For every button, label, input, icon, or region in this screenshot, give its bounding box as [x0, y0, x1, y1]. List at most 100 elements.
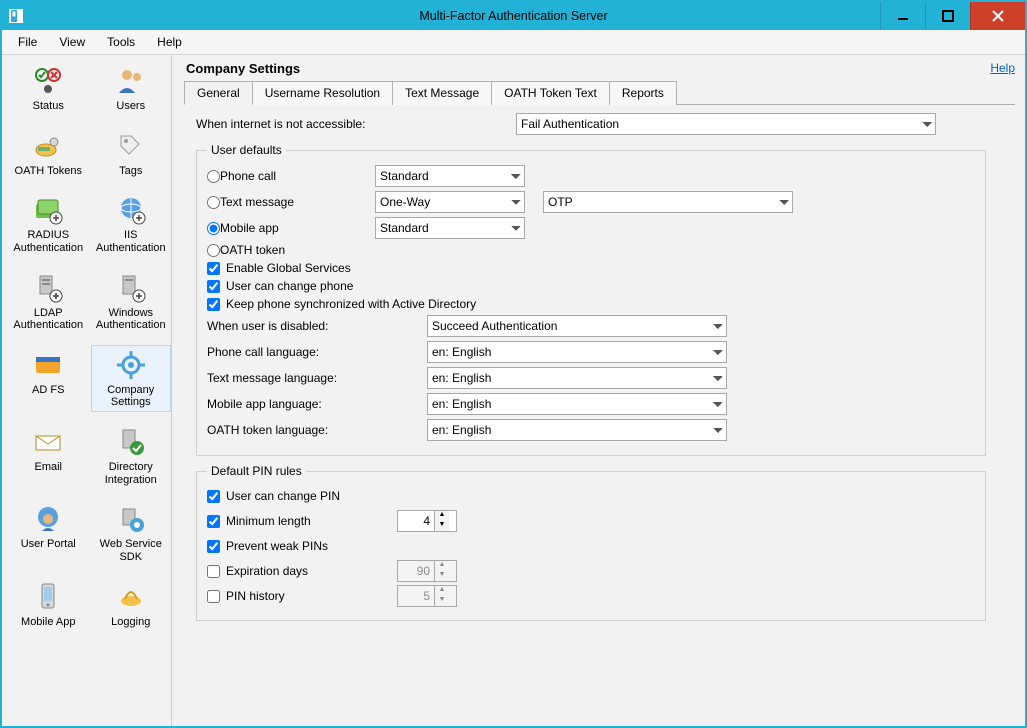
tab-oath-token-text[interactable]: OATH Token Text — [491, 81, 610, 105]
nav-item-tags[interactable]: Tags — [91, 126, 172, 181]
mobile-app-mode-select[interactable]: Standard — [375, 217, 525, 239]
text-lang-select[interactable]: en: English — [427, 367, 727, 389]
menu-tools[interactable]: Tools — [97, 33, 145, 51]
tab-reports[interactable]: Reports — [609, 81, 677, 105]
phone-call-radio[interactable]: Phone call — [207, 169, 367, 183]
spinner-up-icon: ▲ — [435, 561, 449, 571]
disabled-select[interactable]: Succeed Authentication — [427, 315, 727, 337]
nav-item-iis[interactable]: IIS Authentication — [91, 190, 172, 257]
nav-item-label: RADIUS Authentication — [11, 229, 86, 254]
help-link[interactable]: Help — [990, 61, 1015, 75]
client-area: Status Users OATH Tokens Tags RADIUS Authent… — [2, 55, 1025, 726]
nav-item-dir[interactable]: Directory Integration — [91, 422, 172, 489]
spinner-down-icon: ▼ — [435, 571, 449, 581]
menu-help[interactable]: Help — [147, 33, 192, 51]
change-phone-checkbox[interactable] — [207, 280, 220, 293]
tab-general[interactable]: General — [184, 81, 253, 105]
menu-view[interactable]: View — [49, 33, 95, 51]
nav-item-label: Windows Authentication — [94, 307, 169, 332]
change-phone-label: User can change phone — [226, 279, 353, 293]
main-panel: Help Company Settings General Username R… — [172, 55, 1025, 726]
internet-select[interactable]: Fail Authentication — [516, 113, 936, 135]
nav-item-log[interactable]: Logging — [91, 577, 172, 632]
mobile-lang-label: Mobile app language: — [207, 397, 427, 411]
user-defaults-fieldset: User defaults Phone call Standard Text m… — [196, 143, 986, 456]
maximize-button[interactable] — [925, 2, 970, 30]
nav-item-radius[interactable]: RADIUS Authentication — [8, 190, 89, 257]
nav-item-sdk[interactable]: Web Service SDK — [91, 499, 172, 566]
phone-call-mode-select[interactable]: Standard — [375, 165, 525, 187]
enable-global-label: Enable Global Services — [226, 261, 351, 275]
nav-item-label: OATH Tokens — [15, 165, 82, 178]
window-title: Multi-Factor Authentication Server — [2, 9, 1025, 23]
mobile-app-label: Mobile app — [220, 221, 279, 235]
min-length-label: Minimum length — [226, 514, 311, 528]
nav-item-label: Company Settings — [94, 384, 169, 409]
text-message-type-select[interactable]: OTP — [543, 191, 793, 213]
menubar: File View Tools Help — [2, 30, 1025, 55]
change-pin-checkbox[interactable] — [207, 490, 220, 503]
windows-icon — [114, 271, 148, 305]
nav-item-windows[interactable]: Windows Authentication — [91, 268, 172, 335]
nav-item-ldap[interactable]: LDAP Authentication — [8, 268, 89, 335]
nav-item-email[interactable]: Email — [8, 422, 89, 489]
portal-icon — [31, 502, 65, 536]
mobile-lang-select[interactable]: en: English — [427, 393, 727, 415]
text-message-radio[interactable]: Text message — [207, 195, 367, 209]
enable-global-checkbox[interactable] — [207, 262, 220, 275]
pin-history-checkbox[interactable] — [207, 590, 220, 603]
min-length-checkbox[interactable] — [207, 515, 220, 528]
tab-username-resolution[interactable]: Username Resolution — [252, 81, 393, 105]
menu-file[interactable]: File — [8, 33, 47, 51]
log-icon — [114, 580, 148, 614]
text-message-label: Text message — [220, 195, 294, 209]
tags-icon — [114, 129, 148, 163]
general-form: When internet is not accessible: Fail Au… — [184, 113, 990, 633]
disabled-label: When user is disabled: — [207, 319, 427, 333]
expiration-label: Expiration days — [226, 564, 308, 578]
iis-icon — [114, 193, 148, 227]
sync-ad-label: Keep phone synchronized with Active Dire… — [226, 297, 476, 311]
nav-item-label: Status — [33, 100, 64, 113]
spinner-down-icon[interactable]: ▼ — [435, 521, 449, 531]
spinner-down-icon: ▼ — [435, 596, 449, 606]
nav-item-portal[interactable]: User Portal — [8, 499, 89, 566]
user-defaults-legend: User defaults — [207, 143, 286, 157]
nav-item-label: User Portal — [21, 538, 76, 551]
weak-pin-checkbox[interactable] — [207, 540, 220, 553]
titlebar: Multi-Factor Authentication Server — [2, 2, 1025, 30]
text-message-mode-select[interactable]: One-Way — [375, 191, 525, 213]
tab-text-message[interactable]: Text Message — [392, 81, 492, 105]
sdk-icon — [114, 502, 148, 536]
tab-strip: General Username Resolution Text Message… — [184, 80, 1015, 105]
phone-lang-select[interactable]: en: English — [427, 341, 727, 363]
ldap-icon — [31, 271, 65, 305]
weak-pin-label: Prevent weak PINs — [226, 539, 328, 553]
minimize-button[interactable] — [880, 2, 925, 30]
nav-item-settings[interactable]: Company Settings — [91, 345, 172, 412]
sync-ad-checkbox[interactable] — [207, 298, 220, 311]
mobile-app-radio[interactable]: Mobile app — [207, 221, 367, 235]
nav-item-status[interactable]: Status — [8, 61, 89, 116]
oath-lang-select[interactable]: en: English — [427, 419, 727, 441]
min-length-spinner[interactable]: ▲▼ — [397, 510, 457, 532]
adfs-icon — [31, 348, 65, 382]
text-lang-label: Text message language: — [207, 371, 427, 385]
oath-lang-label: OATH token language: — [207, 423, 427, 437]
nav-item-adfs[interactable]: AD FS — [8, 345, 89, 412]
nav-item-users[interactable]: Users — [91, 61, 172, 116]
app-icon — [6, 6, 26, 26]
spinner-up-icon: ▲ — [435, 586, 449, 596]
pin-rules-legend: Default PIN rules — [207, 464, 306, 478]
nav-item-mobile[interactable]: Mobile App — [8, 577, 89, 632]
nav-item-label: Directory Integration — [94, 461, 169, 486]
mobile-icon — [31, 580, 65, 614]
nav-item-label: Email — [34, 461, 62, 474]
expiration-checkbox[interactable] — [207, 565, 220, 578]
status-icon — [31, 64, 65, 98]
oath-token-radio[interactable]: OATH token — [207, 243, 367, 257]
close-button[interactable] — [970, 2, 1025, 30]
nav-item-label: Logging — [111, 616, 150, 629]
spinner-up-icon[interactable]: ▲ — [435, 511, 449, 521]
nav-item-oath[interactable]: OATH Tokens — [8, 126, 89, 181]
